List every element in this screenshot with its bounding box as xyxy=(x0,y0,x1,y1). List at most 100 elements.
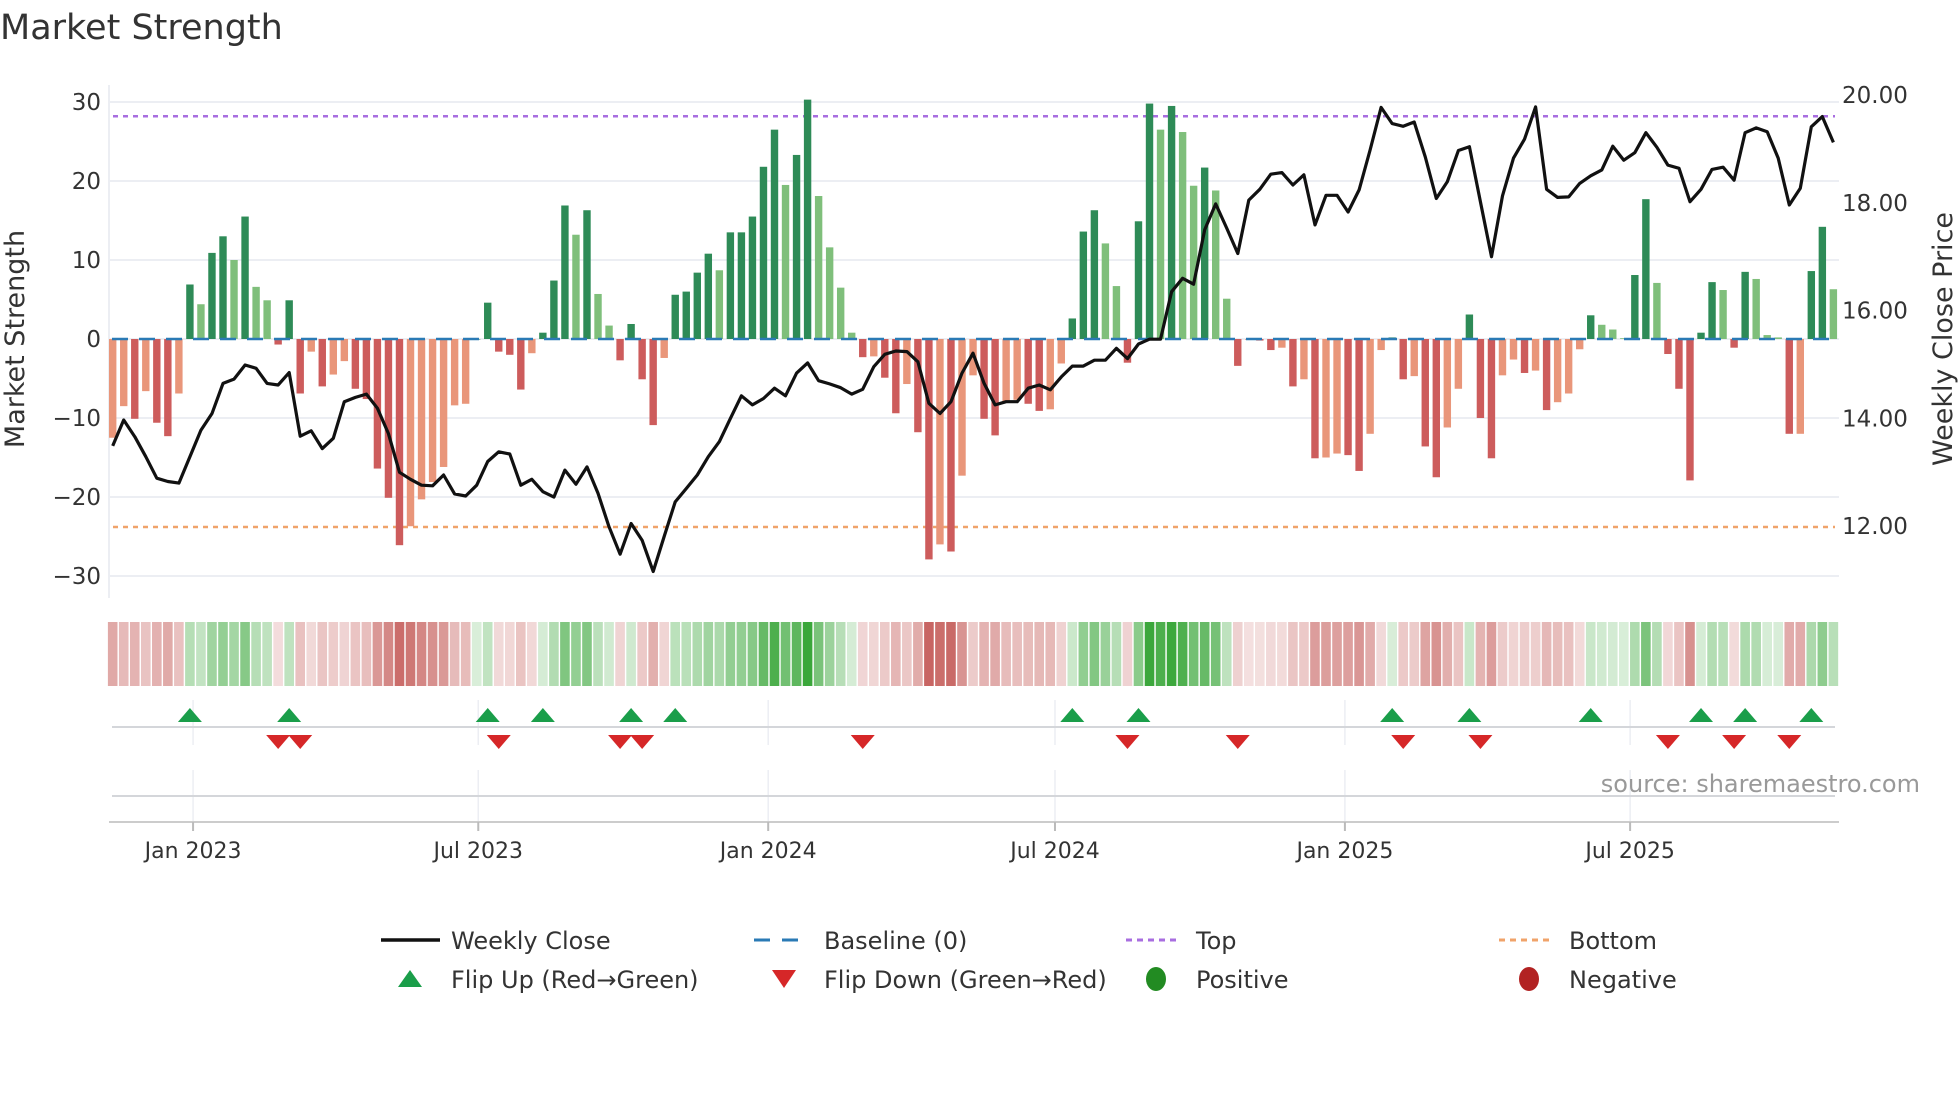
heatmap-cell xyxy=(1199,622,1210,686)
strength-bar xyxy=(660,339,668,358)
heatmap-cell xyxy=(394,622,405,686)
strength-bar xyxy=(506,339,514,355)
heatmap-cell xyxy=(118,622,129,686)
strength-bar xyxy=(1112,286,1121,339)
heatmap-cell xyxy=(1596,622,1607,686)
strength-bar xyxy=(1057,339,1065,364)
strength-bar xyxy=(1752,278,1760,339)
y-tick-label: 30 xyxy=(72,90,101,116)
flip-up-marker xyxy=(1578,708,1603,722)
heatmap-cell xyxy=(1133,622,1144,686)
strength-bar xyxy=(792,154,801,339)
heatmap-cell xyxy=(482,622,493,686)
strength-bar xyxy=(1542,339,1551,411)
strength-bar xyxy=(428,339,437,482)
y-tick-label: −30 xyxy=(52,564,101,590)
strength-bar xyxy=(1377,339,1385,351)
heatmap-cell xyxy=(1464,622,1475,686)
heatmap-cell xyxy=(846,622,857,686)
strength-bar xyxy=(1134,221,1143,339)
strength-bar xyxy=(1178,132,1187,339)
heatmap-cell xyxy=(1089,622,1100,686)
heatmap-cell xyxy=(626,622,636,686)
heatmap-cell xyxy=(152,622,162,686)
heatmap-cell xyxy=(1255,622,1265,686)
heatmap-cell xyxy=(471,622,482,686)
strength-bar xyxy=(1487,339,1496,459)
strength-bar xyxy=(406,339,415,527)
heatmap-cell xyxy=(835,622,846,686)
heatmap-cell xyxy=(538,622,548,686)
strength-bar xyxy=(1344,339,1352,456)
strength-bar xyxy=(131,339,139,419)
strength-bar xyxy=(285,300,293,339)
strength-bar xyxy=(528,339,536,354)
heatmap-cell xyxy=(1707,622,1717,686)
strength-bar xyxy=(1642,199,1650,339)
heatmap-cell xyxy=(736,622,747,686)
flip-up-marker xyxy=(619,708,644,722)
strength-bar xyxy=(671,294,679,339)
strength-bar xyxy=(142,339,150,392)
strength-bar xyxy=(1454,339,1463,389)
heatmap-cell xyxy=(946,622,956,686)
heatmap-cell xyxy=(1674,622,1684,686)
heatmap-cell xyxy=(1508,622,1519,686)
heatmap-cell xyxy=(1100,622,1111,686)
heatmap-cell xyxy=(1762,622,1772,686)
heatmap-cell xyxy=(703,622,714,686)
heatmap-cell xyxy=(218,622,228,686)
strength-bar xyxy=(1421,339,1429,447)
strength-bar xyxy=(340,339,349,362)
heatmap-cell xyxy=(924,622,934,686)
heatmap-cell xyxy=(1001,622,1011,686)
heatmap-cell xyxy=(1696,622,1706,686)
strength-bar xyxy=(1322,339,1330,458)
heatmap-cell xyxy=(207,622,217,686)
strength-bar xyxy=(318,339,326,387)
heatmap-cell xyxy=(1552,622,1563,686)
strength-bar xyxy=(1730,339,1738,348)
heatmap-cell xyxy=(460,622,471,686)
heatmap-cell xyxy=(1034,622,1045,686)
strength-heatmap-strip xyxy=(107,622,1839,686)
heatmap-cell xyxy=(1751,622,1761,686)
strength-bar xyxy=(417,339,426,500)
flip-down-marker xyxy=(266,735,291,749)
heatmap-cell xyxy=(140,622,151,686)
heatmap-cell xyxy=(824,622,835,686)
strength-bar xyxy=(1013,339,1021,400)
strength-bar xyxy=(1719,290,1727,339)
strength-bar xyxy=(715,270,724,339)
strength-bar xyxy=(649,339,657,426)
heatmap-cell xyxy=(957,622,967,686)
strength-bar xyxy=(230,260,238,339)
x-tick-label: Jan 2025 xyxy=(1294,839,1393,864)
triangle-down-icon xyxy=(772,970,796,988)
heatmap-cell xyxy=(493,622,504,686)
heatmap-cell xyxy=(1652,622,1662,686)
legend-item: Flip Down (Green→Red) xyxy=(772,966,1107,994)
heatmap-cell xyxy=(1431,622,1442,686)
heatmap-cell xyxy=(780,622,791,686)
strength-bar xyxy=(1311,339,1319,459)
heatmap-cell xyxy=(1299,622,1309,686)
strength-bar xyxy=(1509,339,1518,360)
strength-bar xyxy=(1223,298,1231,339)
strength-bar xyxy=(1189,185,1198,339)
flip-up-marker xyxy=(1126,708,1151,722)
heatmap-cell xyxy=(107,622,118,686)
heatmap-cell xyxy=(791,622,802,686)
heatmap-cell xyxy=(615,622,625,686)
flip-up-marker xyxy=(1799,708,1824,722)
heatmap-cell xyxy=(1453,622,1464,686)
heatmap-cell xyxy=(769,622,780,686)
legend-label: Baseline (0) xyxy=(824,927,967,955)
heatmap-cell xyxy=(659,622,669,686)
heatmap-cell xyxy=(1277,622,1287,686)
strength-bar xyxy=(616,339,624,361)
heatmap-cell xyxy=(1266,622,1276,686)
strength-bar xyxy=(1564,339,1573,394)
flip-down-marker xyxy=(1468,735,1493,749)
flip-up-marker xyxy=(1733,708,1758,722)
